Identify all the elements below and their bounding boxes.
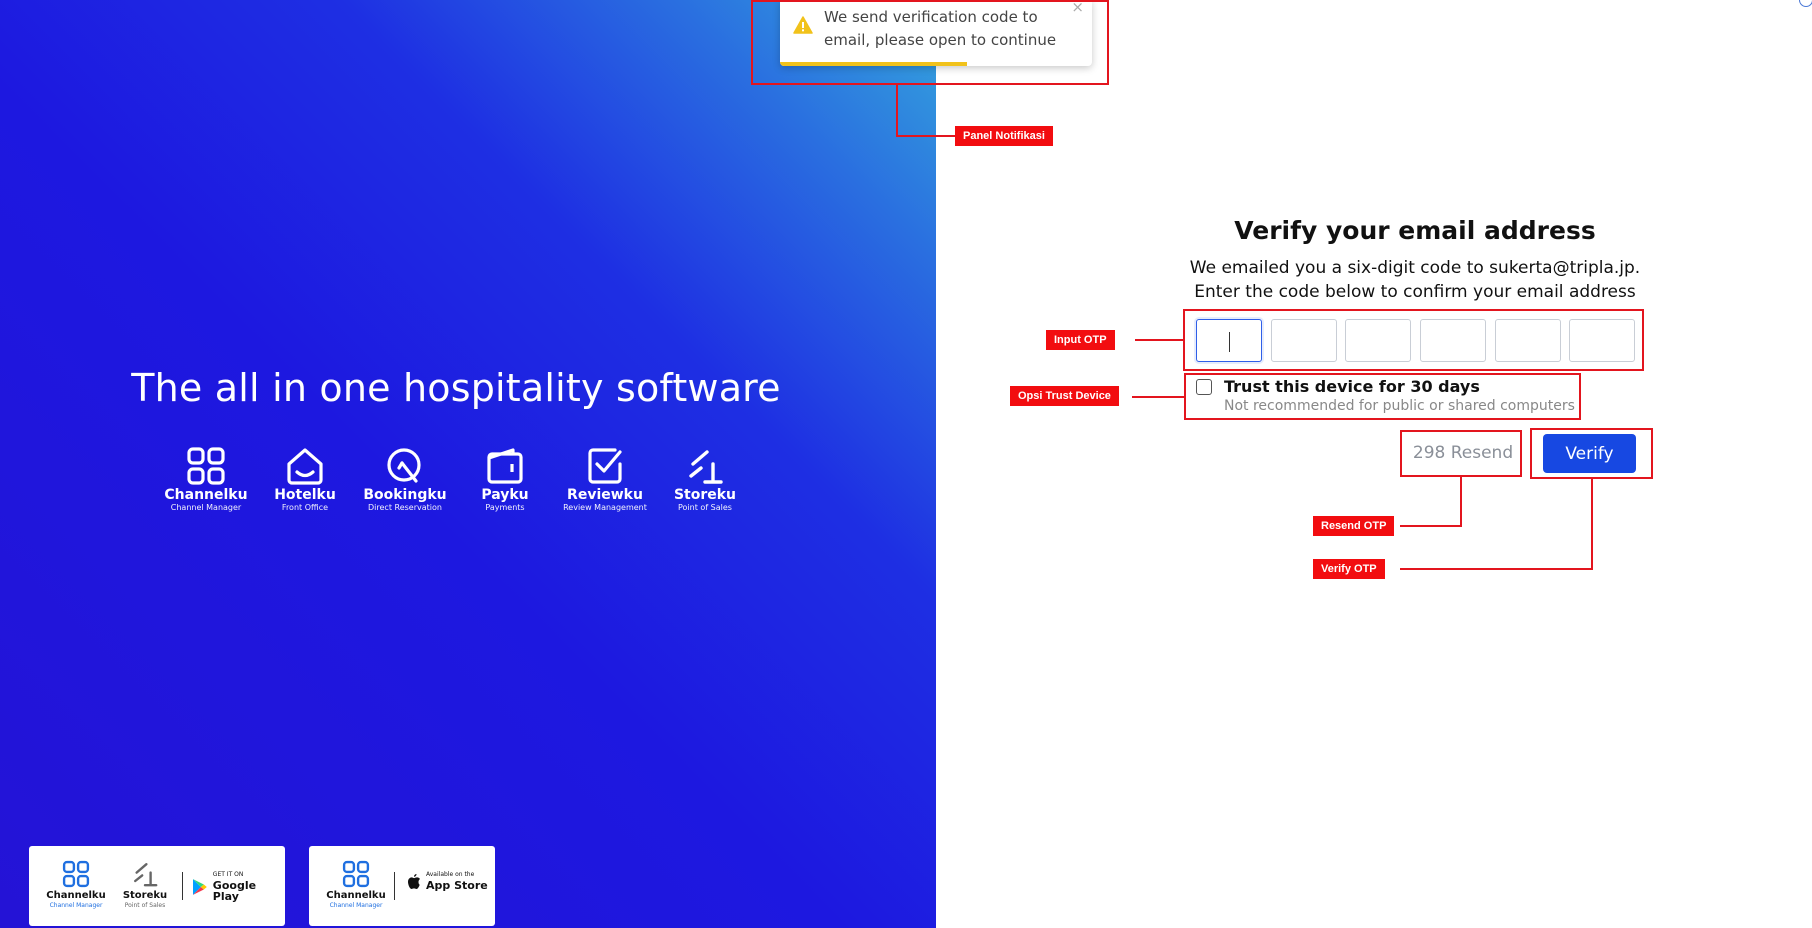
product-name: Channelku <box>164 487 248 503</box>
product-name: Reviewku <box>567 487 643 503</box>
mini-app-name: Channelku <box>46 890 106 901</box>
settings-icon[interactable] <box>1799 0 1812 7</box>
google-play-badge[interactable]: GET IT ON Google Play <box>192 872 285 902</box>
card-divider <box>394 872 395 900</box>
annotation-connector <box>1400 525 1462 527</box>
description-line-2: Enter the code below to confirm your ema… <box>1194 282 1636 302</box>
product-name: Bookingku <box>363 487 447 503</box>
check-square-icon <box>588 448 622 484</box>
product-subtitle: Front Office <box>281 503 329 512</box>
page-description: We emailed you a six-digit code to suker… <box>1130 256 1700 304</box>
product-storeku: Storeku Point of Sales <box>650 446 760 513</box>
mini-app-storeku: Storeku Point of Sales <box>115 860 175 909</box>
annotation-box-verify <box>1530 428 1653 479</box>
product-subtitle: Point of Sales <box>678 503 732 512</box>
annotation-connector <box>896 135 956 137</box>
app-store-badge[interactable]: Available on the App Store <box>407 872 488 891</box>
product-name: Storeku <box>673 487 737 503</box>
search-q-icon <box>387 448 421 483</box>
mini-app-subtitle: Channel Manager <box>49 902 103 909</box>
badge-big-text: Google Play <box>212 879 257 903</box>
annotation-connector <box>1135 339 1183 341</box>
product-subtitle: Direct Reservation <box>368 503 442 512</box>
mini-app-channelku: Channelku Channel Manager <box>46 860 106 909</box>
annotation-box-otp <box>1183 309 1644 371</box>
google-play-card[interactable]: Channelku Channel Manager Storeku Point … <box>29 846 285 926</box>
product-reviewku: Reviewku Review Management <box>550 446 660 513</box>
badge-small-text: GET IT ON <box>212 871 244 878</box>
product-name: Hotelku <box>274 487 336 503</box>
product-channelku: Channelku Channel Manager <box>151 446 261 513</box>
badge-big-text: App Store <box>426 879 488 892</box>
google-play-icon <box>192 879 207 895</box>
annotation-box-notification <box>751 0 1109 85</box>
annotation-connector <box>1400 568 1593 570</box>
app-store-card[interactable]: Channelku Channel Manager Available on t… <box>309 846 495 926</box>
annotation-label-otp: Input OTP <box>1046 330 1115 350</box>
card-divider <box>182 872 183 900</box>
grid-icon <box>342 860 370 888</box>
annotation-connector <box>896 85 898 137</box>
mini-app-name: Storeku <box>122 890 168 901</box>
annotation-connector <box>1460 477 1462 527</box>
annotation-label-resend: Resend OTP <box>1313 516 1395 536</box>
annotation-label-notification: Panel Notifikasi <box>955 126 1053 146</box>
page-title: Verify your email address <box>1234 216 1596 245</box>
grid-icon <box>62 860 90 888</box>
product-name: Payku <box>481 487 529 503</box>
annotation-label-trust: Opsi Trust Device <box>1010 386 1119 406</box>
annotation-connector <box>1591 479 1593 570</box>
annotation-box-resend <box>1400 430 1522 477</box>
mini-app-channelku: Channelku Channel Manager <box>326 860 386 909</box>
product-subtitle: Review Management <box>563 503 647 512</box>
mini-app-subtitle: Channel Manager <box>329 902 383 909</box>
product-payku: Payku Payments <box>450 446 560 513</box>
hero-panel: The all in one hospitality software Chan… <box>0 0 936 928</box>
storeku-icon <box>689 450 723 484</box>
mini-app-name: Channelku <box>326 890 386 901</box>
badge-small-text: Available on the <box>426 871 475 878</box>
product-subtitle: Payments <box>485 503 525 512</box>
product-hotelku: Hotelku Front Office <box>250 446 360 513</box>
house-icon <box>287 448 323 485</box>
hero-tagline: The all in one hospitality software <box>131 366 781 410</box>
product-subtitle: Channel Manager <box>170 503 242 512</box>
grid-icon <box>187 447 225 485</box>
product-bookingku: Bookingku Direct Reservation <box>350 446 460 513</box>
mini-app-subtitle: Point of Sales <box>124 902 166 909</box>
description-line-1: We emailed you a six-digit code to suker… <box>1189 258 1641 278</box>
annotation-box-trust <box>1184 373 1581 420</box>
annotation-connector <box>1132 396 1184 398</box>
annotation-label-verify: Verify OTP <box>1313 559 1385 579</box>
apple-icon <box>408 874 420 889</box>
storeku-icon <box>134 863 158 887</box>
wallet-icon <box>487 448 523 484</box>
